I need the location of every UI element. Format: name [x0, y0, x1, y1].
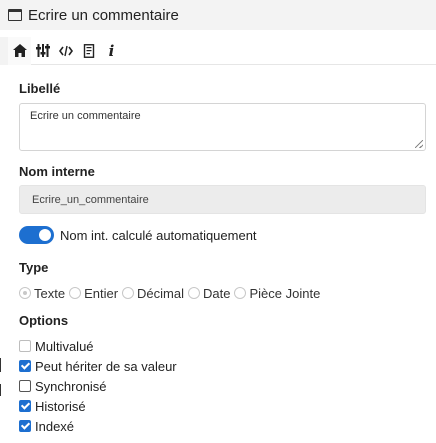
radio-button[interactable] — [122, 287, 135, 299]
toolbar: i — [0, 36, 436, 65]
code-icon — [58, 45, 73, 56]
nom-interne-value: Ecrire_un_commentaire — [32, 194, 149, 206]
option-multivalue[interactable]: Multivalué — [19, 336, 177, 356]
libelle-value: Ecrire un commentaire — [30, 110, 141, 122]
type-option-date[interactable]: Date — [188, 286, 230, 301]
info-button[interactable]: i — [100, 37, 123, 65]
type-option-entier[interactable]: Entier — [69, 286, 118, 301]
option-synchronise[interactable]: Synchronisé — [19, 376, 177, 396]
checkbox[interactable] — [19, 400, 31, 412]
type-option-piece-jointe[interactable]: Pièce Jointe — [234, 286, 320, 301]
info-icon: i — [108, 41, 115, 60]
options-label: Options — [19, 313, 69, 328]
radio-button[interactable] — [234, 287, 247, 299]
edge-marker — [0, 358, 1, 372]
auto-name-label: Nom int. calculé automatiquement — [60, 227, 257, 243]
checkbox[interactable] — [19, 420, 31, 432]
checkbox[interactable] — [19, 340, 31, 352]
code-button[interactable] — [54, 37, 77, 65]
sliders-icon — [35, 44, 50, 57]
home-button[interactable] — [8, 36, 31, 65]
option-peut-heriter[interactable]: Peut hériter de sa valeur — [19, 356, 177, 376]
edge-marker — [0, 384, 1, 396]
checkbox[interactable] — [19, 360, 31, 372]
script-button[interactable] — [77, 37, 100, 65]
document-icon — [83, 43, 94, 58]
libelle-textarea[interactable]: Ecrire un commentaire — [19, 103, 426, 151]
type-label: Type — [19, 260, 49, 275]
libelle-label: Libellé — [19, 81, 61, 96]
option-historise[interactable]: Historisé — [19, 396, 177, 416]
home-icon — [12, 44, 27, 57]
settings-button[interactable] — [31, 37, 54, 65]
checkbox[interactable] — [19, 380, 31, 392]
type-option-texte[interactable]: Texte — [19, 286, 65, 301]
type-radio-group: Texte Entier Décimal Date Pièce Jointe — [19, 284, 324, 302]
radio-button[interactable] — [19, 287, 31, 299]
radio-button[interactable] — [69, 287, 82, 299]
type-option-decimal[interactable]: Décimal — [122, 286, 184, 301]
window-title: Ecrire un commentaire — [28, 6, 179, 24]
options-checkbox-list: Multivalué Peut hériter de sa valeur Syn… — [19, 336, 177, 436]
nom-interne-label: Nom interne — [19, 164, 95, 179]
radio-button[interactable] — [188, 287, 201, 299]
auto-name-toggle[interactable] — [19, 226, 54, 244]
nom-interne-field: Ecrire_un_commentaire — [19, 185, 426, 214]
option-indexe[interactable]: Indexé — [19, 416, 177, 436]
window-titlebar: Ecrire un commentaire — [0, 0, 436, 30]
resize-grip[interactable] — [415, 140, 423, 148]
window-icon — [8, 9, 22, 21]
auto-name-toggle-row: Nom int. calculé automatiquement — [19, 225, 257, 245]
